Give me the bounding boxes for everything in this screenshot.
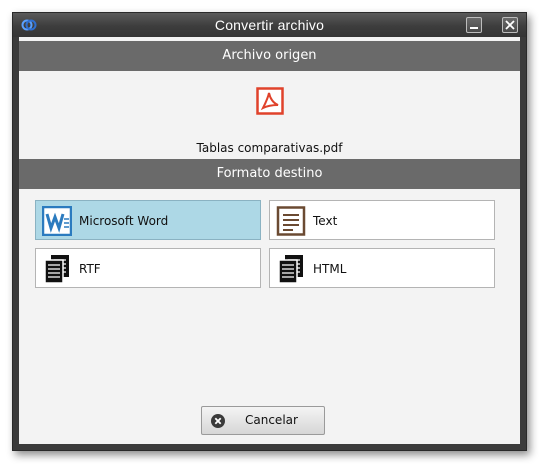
dialog-body: Archivo origen Tablas comparativas.pdf F… <box>19 37 520 444</box>
format-option-html[interactable]: HTML <box>269 248 495 288</box>
cancel-label: Cancelar <box>245 413 298 427</box>
text-document-icon <box>276 206 306 236</box>
cancel-button[interactable]: Cancelar <box>201 406 325 435</box>
target-section-header: Formato destino <box>19 159 520 189</box>
format-option-text[interactable]: Text <box>269 200 495 240</box>
word-icon <box>42 206 72 236</box>
window-title: Convertir archivo <box>214 17 325 33</box>
format-label: Microsoft Word <box>79 214 169 228</box>
documents-icon <box>278 255 303 284</box>
format-option-word[interactable]: Microsoft Word <box>35 200 261 240</box>
close-circle-icon <box>211 414 225 428</box>
format-label: Text <box>313 214 338 228</box>
pdf-icon <box>256 87 284 115</box>
close-button[interactable] <box>502 17 518 33</box>
format-label: RTF <box>79 262 101 276</box>
documents-icon <box>44 255 69 284</box>
format-option-rtf[interactable]: RTF <box>35 248 261 288</box>
title-bar[interactable]: Convertir archivo <box>13 13 526 37</box>
close-icon <box>505 20 515 30</box>
minimize-button[interactable] <box>466 17 482 33</box>
source-file-name: Tablas comparativas.pdf <box>196 141 343 155</box>
convert-file-dialog: Convertir archivo Archivo origen Tablas … <box>12 12 527 451</box>
format-label: HTML <box>313 262 347 276</box>
source-section-header: Archivo origen <box>19 41 520 71</box>
